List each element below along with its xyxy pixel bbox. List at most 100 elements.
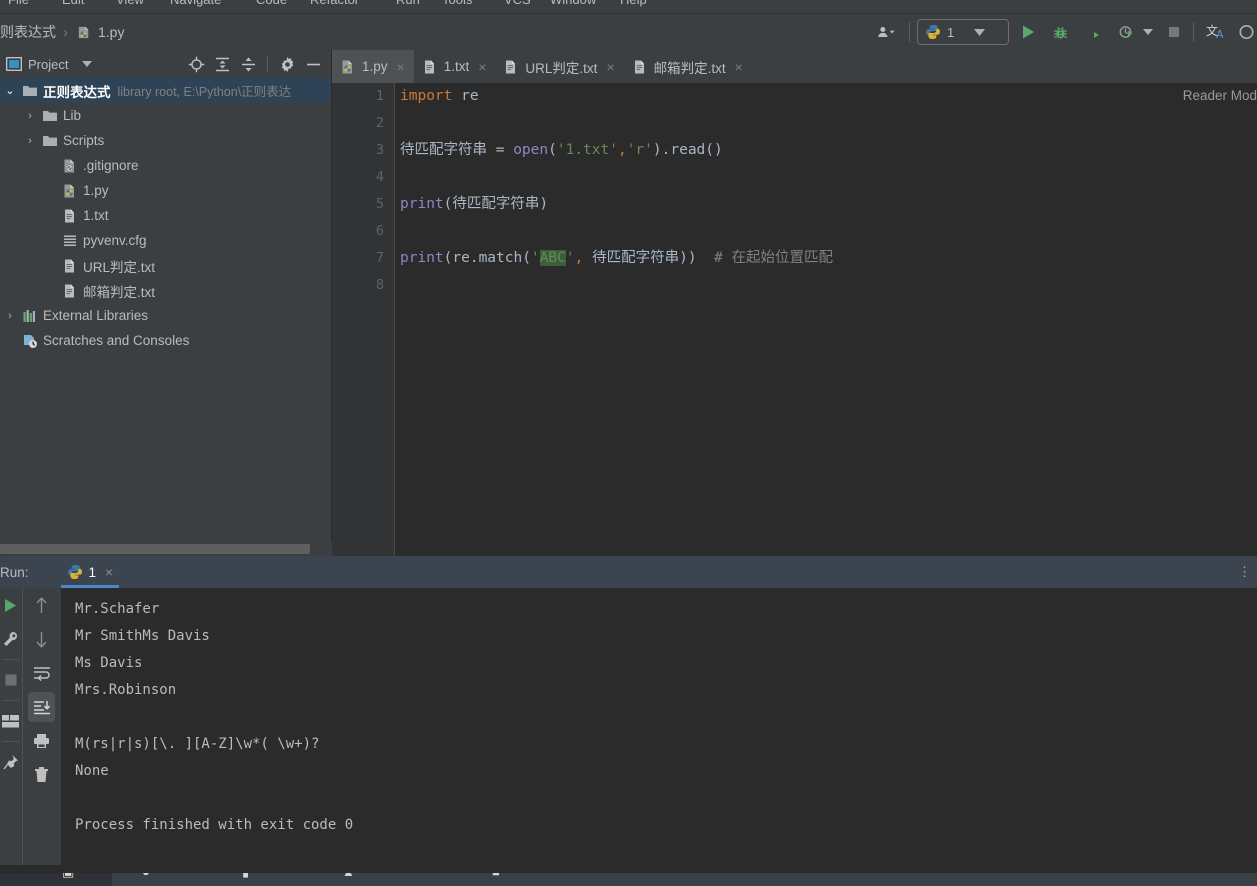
profile-dropdown-icon[interactable] [1140,19,1156,45]
code-token: ' [530,250,540,266]
editor-tab[interactable]: 1.py × [332,50,414,83]
run-tab-1[interactable]: 1 × [60,556,120,588]
editor-tab[interactable]: 1.txt × [414,50,496,83]
scroll-to-end-icon[interactable] [28,692,55,722]
code-token: (待匹配字符串) [443,196,549,212]
close-icon[interactable]: × [478,59,486,75]
code-token: (re.match( [443,250,531,266]
wrench-settings-icon[interactable] [0,622,21,656]
taskbar-icon-3[interactable]: ▮ [242,873,249,880]
taskbar-icon-5[interactable]: ■ [492,873,500,879]
run-button[interactable] [1015,19,1041,45]
chevron-icon[interactable]: › [2,310,18,322]
tree-item[interactable]: URL判定.txt [0,253,331,278]
tree-item[interactable]: › External Libraries [0,303,331,328]
code-line[interactable]: 待匹配字符串 = open('1.txt','r').read() [400,137,1257,164]
run-with-coverage-button[interactable] [1080,19,1107,45]
breadcrumb-file[interactable]: 1.py [98,24,124,40]
menu-item-vcs[interactable]: VCS [504,0,531,7]
code-line[interactable] [400,272,1257,299]
console-output[interactable]: Mr.Schafer Mr SmithMs Davis Ms Davis Mrs.Ro… [61,588,1257,865]
taskbar-icon-4[interactable]: ▲ [342,873,355,879]
code-line[interactable] [400,218,1257,245]
tree-item[interactable]: pyvenv.cfg [0,228,331,253]
editor-tab-label: 1.py [362,59,388,74]
code-token: # 在起始位置匹配 [696,250,833,266]
taskbar-icon-1[interactable]: ▣ [62,873,74,880]
tree-item[interactable]: ⌄ 正则表达式 library root, E:\Python\正则表达 [0,78,331,103]
menu-item-help[interactable]: Help [620,0,647,7]
menu-item-run[interactable]: Run [396,0,420,7]
code-line[interactable]: import re [400,83,1257,110]
stop-button[interactable] [1162,19,1186,45]
translate-icon[interactable]: 文 A [1201,19,1233,45]
taskbar-icon-2[interactable]: ● [142,873,150,879]
code-line[interactable] [400,164,1257,191]
run-window-console-toolbar [22,588,60,865]
taskbar-active-item [0,873,112,886]
close-icon[interactable]: × [105,564,113,580]
editor-tab[interactable]: 邮箱判定.txt × [624,50,752,83]
menu-item-window[interactable]: Window [550,0,596,7]
editor-tab[interactable]: URL判定.txt × [495,50,623,83]
locate-icon[interactable] [184,53,208,75]
tree-item[interactable]: .gitignore [0,153,331,178]
editor-code[interactable]: import re 待匹配字符串 = open('1.txt','r').rea… [395,83,1257,556]
menu-item-refactor[interactable]: Refactor [310,0,359,7]
breadcrumb-project[interactable]: 则表达式 [0,22,56,42]
print-icon[interactable] [23,724,60,758]
pin-icon[interactable] [0,745,21,779]
hide-panel-icon[interactable] [301,53,325,75]
settings-gear-icon[interactable] [275,53,299,75]
trash-icon[interactable] [23,758,60,792]
run-tab-overflow-icon[interactable]: ⋮ [1238,565,1257,578]
line-number: 1 [375,88,384,104]
text-file-icon [632,59,648,75]
run-configuration-selector[interactable]: 1 [917,19,1009,45]
rerun-icon[interactable] [0,588,21,622]
tree-item[interactable]: Scratches and Consoles [0,328,331,353]
stop-icon[interactable] [0,663,21,697]
menu-item-tools[interactable]: Tools [442,0,472,7]
tree-item[interactable]: 1.txt [0,203,331,228]
profile-button[interactable] [1113,19,1140,45]
scratches-icon [22,333,38,349]
scrollbar-thumb[interactable] [0,544,310,554]
search-icon[interactable] [1233,19,1255,45]
close-icon[interactable]: × [606,59,614,75]
folder-icon [42,133,58,149]
chevron-down-icon[interactable] [82,61,93,67]
down-arrow-icon[interactable] [23,622,60,656]
code-line[interactable]: print(待匹配字符串) [400,191,1257,218]
run-tool-window: Run: 1 × ⋮ Mr.Schafer Mr SmithMs Davis M… [0,556,1257,865]
code-token: print [400,250,444,266]
menu-item-code[interactable]: Code [256,0,287,7]
text-file-icon [62,283,78,299]
project-tree-hscrollbar[interactable] [0,542,332,556]
chevron-icon[interactable]: ⌄ [2,84,18,97]
menu-item-view[interactable]: View [116,0,144,7]
expand-all-icon[interactable] [210,53,234,75]
close-icon[interactable]: × [397,59,405,75]
tree-item[interactable]: 邮箱判定.txt [0,278,331,303]
tree-item[interactable]: › Scripts [0,128,331,153]
collapse-all-icon[interactable] [236,53,260,75]
reader-mode-label[interactable]: Reader Mod [1183,88,1257,103]
code-line[interactable] [400,110,1257,137]
user-dropdown-icon[interactable] [872,19,902,45]
menu-item-edit[interactable]: Edit [62,0,84,7]
chevron-icon[interactable]: › [22,135,38,147]
chevron-down-icon[interactable] [974,28,986,36]
code-line[interactable]: print(re.match('ABC', 待匹配字符串)) # 在起始位置匹配 [400,245,1257,272]
menu-item-navigate[interactable]: Navigate [170,0,221,7]
tree-item[interactable]: 1.py [0,178,331,203]
tree-item[interactable]: › Lib [0,103,331,128]
layout-icon[interactable] [0,704,21,738]
menu-item-file[interactable]: File [8,0,29,7]
chevron-icon[interactable]: › [22,110,38,122]
code-token: print [400,196,444,212]
soft-wrap-icon[interactable] [23,656,60,690]
up-arrow-icon[interactable] [23,588,60,622]
debug-button[interactable] [1047,19,1074,45]
close-icon[interactable]: × [735,59,743,75]
